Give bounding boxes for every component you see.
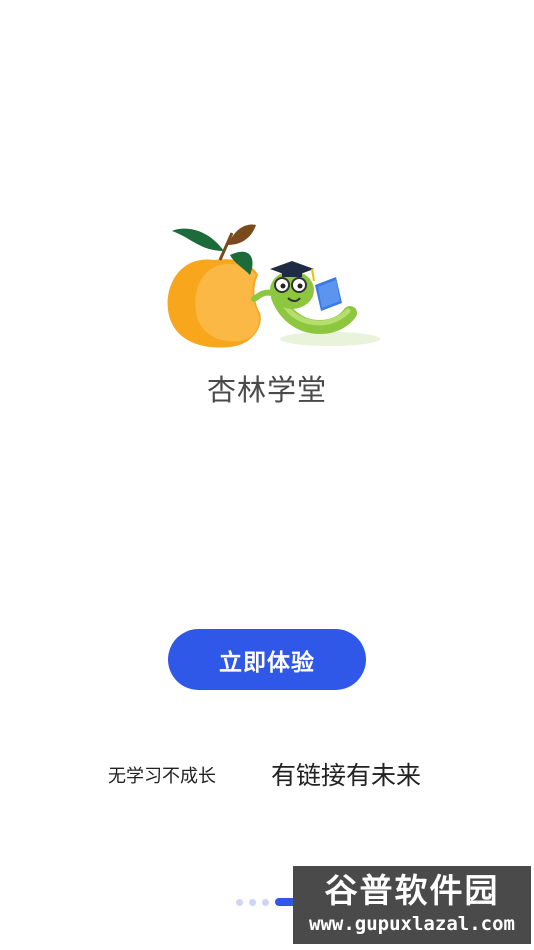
watermark: 谷普软件园 www.gupuxlazal.com <box>293 866 531 944</box>
page-dot <box>249 898 256 906</box>
try-now-button[interactable]: 立即体验 <box>168 629 366 690</box>
page-dot <box>236 898 243 906</box>
apricot-worm-logo <box>167 224 380 348</box>
watermark-title: 谷普软件园 <box>324 871 500 910</box>
slogan-right: 有链接有未来 <box>271 761 422 790</box>
app-title: 杏林学堂 <box>206 373 327 407</box>
slogan-left: 无学习不成长 <box>108 766 216 787</box>
splash-screen: 杏林学堂 立即体验 无学习不成长 有链接有未来 谷普软件园 www.gupuxl… <box>0 0 534 950</box>
watermark-url: www.gupuxlazal.com <box>309 913 515 935</box>
page-indicator <box>236 897 297 907</box>
page-dot <box>262 898 269 906</box>
